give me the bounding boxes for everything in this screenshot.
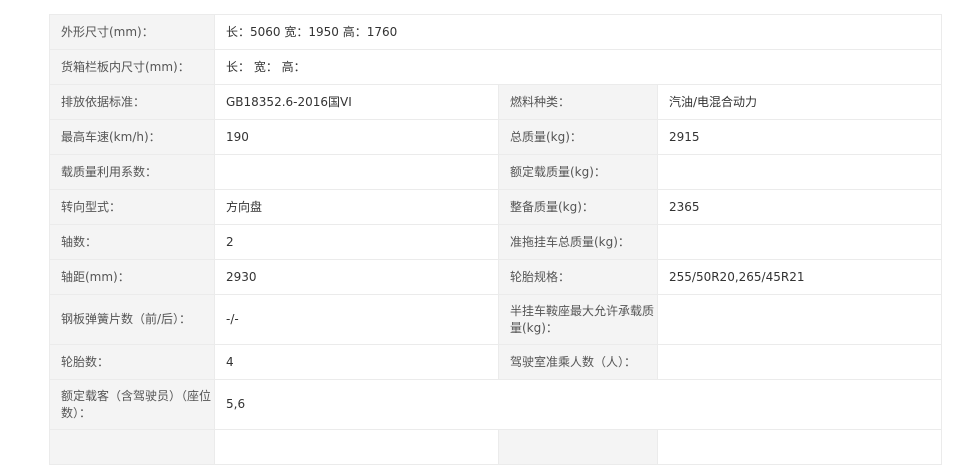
table-row: 最高车速(km/h)： 190 总质量(kg)： 2915 <box>49 119 943 155</box>
spec-label: 轴距(mm)： <box>49 259 215 295</box>
table-row: 额定载客（含驾驶员）（座位数）： 5,6 <box>49 379 943 430</box>
spec-value <box>656 154 943 190</box>
spec-label: 整备质量(kg)： <box>498 189 658 225</box>
table-row: 转向型式： 方向盘 整备质量(kg)： 2365 <box>49 189 943 225</box>
spec-value: 长： 宽： 高： <box>213 49 943 85</box>
table-row: 载质量利用系数： 额定载质量(kg)： <box>49 154 943 190</box>
spec-label: 货箱栏板内尺寸(mm)： <box>49 49 215 85</box>
spec-value: 长：5060 宽：1950 高：1760 <box>213 14 943 50</box>
spec-value: -/- <box>214 294 499 345</box>
spec-value: 190 <box>214 119 499 155</box>
spec-label: 外形尺寸(mm)： <box>49 14 215 50</box>
table-row: 外形尺寸(mm)： 长：5060 宽：1950 高：1760 <box>49 14 943 50</box>
spec-label: 轴数： <box>49 224 215 260</box>
spec-label <box>498 429 658 465</box>
spec-label: 总质量(kg)： <box>498 119 658 155</box>
spec-label: 额定载质量(kg)： <box>498 154 658 190</box>
table-row: 轴数： 2 准拖挂车总质量(kg)： <box>49 224 943 260</box>
spec-value: 255/50R20,265/45R21 <box>656 259 943 295</box>
spec-value: 5,6 <box>213 379 943 430</box>
spec-value: 2365 <box>656 189 943 225</box>
spec-label: 排放依据标准： <box>49 84 215 120</box>
table-row <box>49 429 943 465</box>
table-row: 货箱栏板内尺寸(mm)： 长： 宽： 高： <box>49 49 943 85</box>
spec-label <box>49 429 215 465</box>
spec-value <box>214 154 499 190</box>
spec-value: 方向盘 <box>214 189 499 225</box>
spec-value: 2930 <box>214 259 499 295</box>
spec-label: 半挂车鞍座最大允许承载质量(kg)： <box>498 294 658 345</box>
spec-value <box>656 294 943 345</box>
spec-value: 4 <box>214 344 499 380</box>
spec-value <box>214 429 499 465</box>
spec-label: 额定载客（含驾驶员）（座位数）： <box>49 379 215 430</box>
spec-value <box>656 224 943 260</box>
spec-value <box>656 429 943 465</box>
spec-value <box>656 344 943 380</box>
spec-value: 汽油/电混合动力 <box>656 84 943 120</box>
spec-value: GB18352.6-2016国VI <box>214 84 499 120</box>
vehicle-spec-table: 外形尺寸(mm)： 长：5060 宽：1950 高：1760 货箱栏板内尺寸(m… <box>49 14 943 465</box>
table-row: 轴距(mm)： 2930 轮胎规格： 255/50R20,265/45R21 <box>49 259 943 295</box>
spec-value: 2915 <box>656 119 943 155</box>
spec-label: 轮胎数： <box>49 344 215 380</box>
table-row: 钢板弹簧片数（前/后）： -/- 半挂车鞍座最大允许承载质量(kg)： <box>49 294 943 345</box>
spec-label: 钢板弹簧片数（前/后）： <box>49 294 215 345</box>
spec-label: 转向型式： <box>49 189 215 225</box>
spec-label: 最高车速(km/h)： <box>49 119 215 155</box>
spec-value: 2 <box>214 224 499 260</box>
table-row: 排放依据标准： GB18352.6-2016国VI 燃料种类： 汽油/电混合动力 <box>49 84 943 120</box>
spec-label: 准拖挂车总质量(kg)： <box>498 224 658 260</box>
table-row: 轮胎数： 4 驾驶室准乘人数（人）： <box>49 344 943 380</box>
spec-label: 轮胎规格： <box>498 259 658 295</box>
spec-label: 燃料种类： <box>498 84 658 120</box>
spec-label: 驾驶室准乘人数（人）： <box>498 344 658 380</box>
spec-label: 载质量利用系数： <box>49 154 215 190</box>
